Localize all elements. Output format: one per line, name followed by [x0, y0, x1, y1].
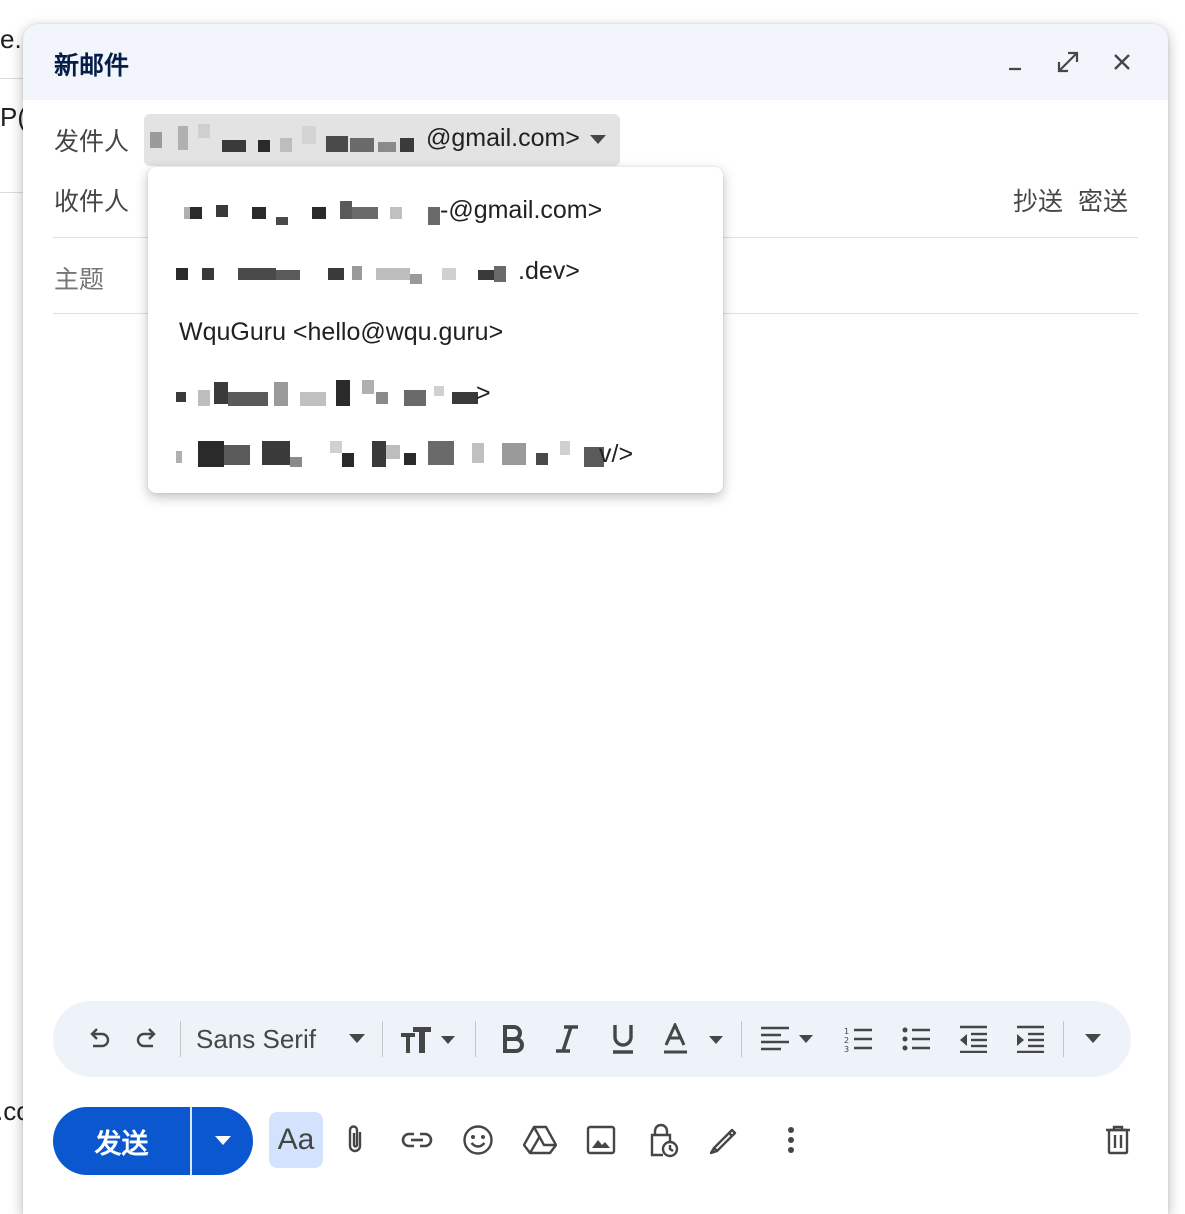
- formatting-options-button[interactable]: Aa: [269, 1112, 323, 1168]
- confidential-mode-button[interactable]: [637, 1112, 689, 1168]
- sender-option[interactable]: -@gmail.com>: [148, 178, 723, 239]
- background-fragment: e.: [0, 24, 22, 54]
- compose-window: 新邮件 发件人 @gmail.com> 收件人 抄送 密送 主题 -@gmail…: [23, 24, 1168, 1214]
- toolbar-separator: [1063, 1021, 1064, 1057]
- from-address: @gmail.com>: [426, 124, 580, 152]
- chevron-down-icon: [214, 1136, 231, 1145]
- font-name: Sans Serif: [196, 1023, 316, 1054]
- redacted-sender-name: [176, 380, 478, 406]
- send-button[interactable]: 发送: [53, 1107, 190, 1175]
- more-options-button[interactable]: [765, 1112, 817, 1168]
- cc-link[interactable]: 抄送: [1013, 188, 1063, 216]
- svg-text:2: 2: [844, 1036, 849, 1045]
- lock-clock-icon: [650, 1123, 679, 1158]
- italic-icon: [556, 1025, 578, 1053]
- more-formatting-button[interactable]: [1073, 1001, 1113, 1077]
- compose-header: 新邮件: [23, 24, 1168, 100]
- sender-option[interactable]: >: [148, 361, 723, 422]
- font-selector[interactable]: Sans Serif: [193, 1001, 373, 1077]
- subject-input[interactable]: 主题: [54, 260, 104, 296]
- link-icon: [401, 1132, 433, 1148]
- background-divider: [0, 78, 24, 79]
- chevron-down-icon: [590, 135, 606, 144]
- text-color-icon: [664, 1023, 723, 1054]
- sender-option-text: -@gmail.com>: [440, 196, 603, 224]
- attach-files-button[interactable]: [329, 1112, 381, 1168]
- undo-button[interactable]: [75, 1001, 123, 1077]
- redacted-sender-name: [150, 124, 414, 152]
- close-icon: [1114, 54, 1130, 70]
- google-drive-icon: [523, 1125, 557, 1155]
- indent-less-button[interactable]: [948, 1001, 998, 1077]
- redacted-sender-name: [176, 266, 506, 284]
- toolbar-separator: [180, 1021, 181, 1057]
- text-color-button[interactable]: [657, 1001, 731, 1077]
- chevron-down-icon: [1085, 1034, 1101, 1043]
- insert-signature-button[interactable]: [698, 1112, 750, 1168]
- bold-icon: [503, 1025, 524, 1053]
- expand-button[interactable]: [1048, 42, 1088, 82]
- bulleted-list-button[interactable]: [891, 1001, 941, 1077]
- toolbar-separator: [741, 1021, 742, 1057]
- svg-text:1: 1: [844, 1027, 849, 1036]
- align-button[interactable]: [755, 1001, 825, 1077]
- expand-icon: [1057, 51, 1079, 73]
- bulleted-list-icon: [902, 1027, 930, 1051]
- sender-option[interactable]: v/>: [148, 422, 723, 483]
- indent-more-button[interactable]: [1005, 1001, 1055, 1077]
- formatting-toolbar: Sans Serif 123: [53, 1001, 1131, 1077]
- svg-text:3: 3: [844, 1045, 849, 1053]
- to-label: 收件人: [54, 188, 130, 216]
- font-size-button[interactable]: [393, 1001, 463, 1077]
- underline-button[interactable]: [599, 1001, 647, 1077]
- send-button-group: 发送: [53, 1107, 253, 1175]
- emoji-icon: [463, 1125, 493, 1155]
- background-divider: [0, 192, 24, 193]
- compose-title: 新邮件: [54, 52, 130, 80]
- trash-icon: [1106, 1125, 1130, 1155]
- sender-option[interactable]: WquGuru <hello@wqu.guru>: [148, 300, 723, 361]
- minimize-button[interactable]: [995, 42, 1035, 82]
- insert-emoji-button[interactable]: [452, 1112, 504, 1168]
- chevron-down-icon: [349, 1034, 365, 1043]
- align-left-icon: [761, 1026, 813, 1051]
- minimize-icon: [1009, 67, 1021, 71]
- insert-drive-button[interactable]: [514, 1112, 566, 1168]
- cc-bcc-links: 抄送 密送: [1013, 182, 1128, 218]
- sender-dropdown: -@gmail.com> .dev> WquGuru <hello@wqu.gu…: [148, 167, 723, 493]
- insert-link-button[interactable]: [391, 1112, 443, 1168]
- bcc-link[interactable]: 密送: [1078, 188, 1128, 216]
- image-icon: [586, 1125, 616, 1155]
- from-selector[interactable]: @gmail.com>: [144, 114, 620, 166]
- pen-icon: [709, 1128, 737, 1155]
- italic-button[interactable]: [543, 1001, 591, 1077]
- sender-option-text: WquGuru <hello@wqu.guru>: [179, 318, 504, 346]
- send-options-button[interactable]: [192, 1107, 253, 1175]
- redacted-sender-name: [184, 201, 440, 225]
- bold-button[interactable]: [489, 1001, 537, 1077]
- sender-option-text: v/>: [599, 440, 634, 468]
- numbered-list-icon: 123: [844, 1027, 872, 1053]
- close-button[interactable]: [1102, 42, 1142, 82]
- redo-button[interactable]: [123, 1001, 171, 1077]
- toolbar-separator: [475, 1021, 476, 1057]
- indent-more-icon: [1017, 1025, 1044, 1053]
- undo-icon: [90, 1028, 110, 1048]
- numbered-list-button[interactable]: 123: [833, 1001, 883, 1077]
- toolbar-separator: [382, 1021, 383, 1057]
- redo-icon: [136, 1028, 156, 1048]
- from-label: 发件人: [54, 128, 130, 156]
- redacted-sender-name: [176, 441, 604, 467]
- sender-option[interactable]: .dev>: [148, 239, 723, 300]
- discard-draft-button[interactable]: [1092, 1112, 1144, 1168]
- more-vert-icon: [788, 1127, 794, 1153]
- underline-icon: [613, 1025, 633, 1054]
- attachment-icon: [348, 1125, 362, 1153]
- insert-photo-button[interactable]: [575, 1112, 627, 1168]
- sender-option-text: >: [476, 379, 491, 407]
- indent-less-icon: [960, 1025, 987, 1053]
- text-size-icon: [401, 1027, 455, 1053]
- sender-option-text: .dev>: [518, 257, 580, 285]
